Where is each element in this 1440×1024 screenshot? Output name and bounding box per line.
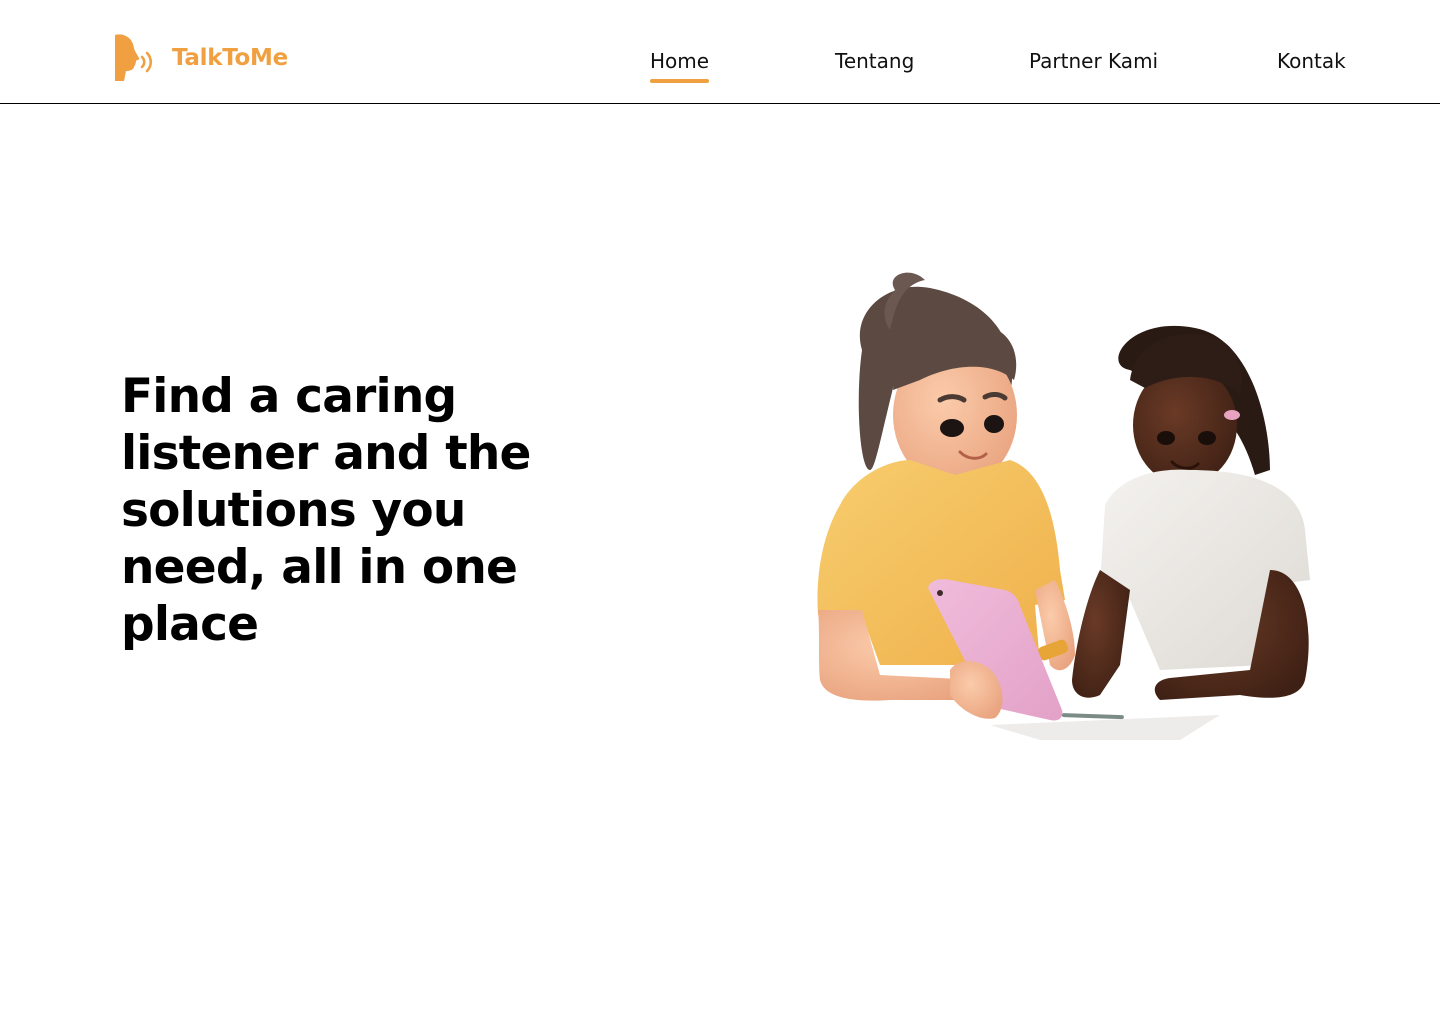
top-navbar: TalkToMe Home Tentang Partner Kami Konta…	[0, 0, 1440, 104]
nav-kontak[interactable]: Kontak	[1277, 47, 1346, 75]
two-people-using-tablet-illustration	[817, 272, 1310, 740]
speaking-head-icon	[115, 34, 153, 81]
nav-home[interactable]: Home	[650, 47, 710, 83]
hero-title: Find a caring listener and the solutions…	[121, 369, 531, 652]
nav-tentang[interactable]: Tentang	[835, 47, 914, 75]
brand-logo[interactable]: TalkToMe	[112, 33, 288, 83]
nav-partner-kami[interactable]: Partner Kami	[1029, 47, 1158, 75]
brand-name: TalkToMe	[172, 45, 288, 71]
